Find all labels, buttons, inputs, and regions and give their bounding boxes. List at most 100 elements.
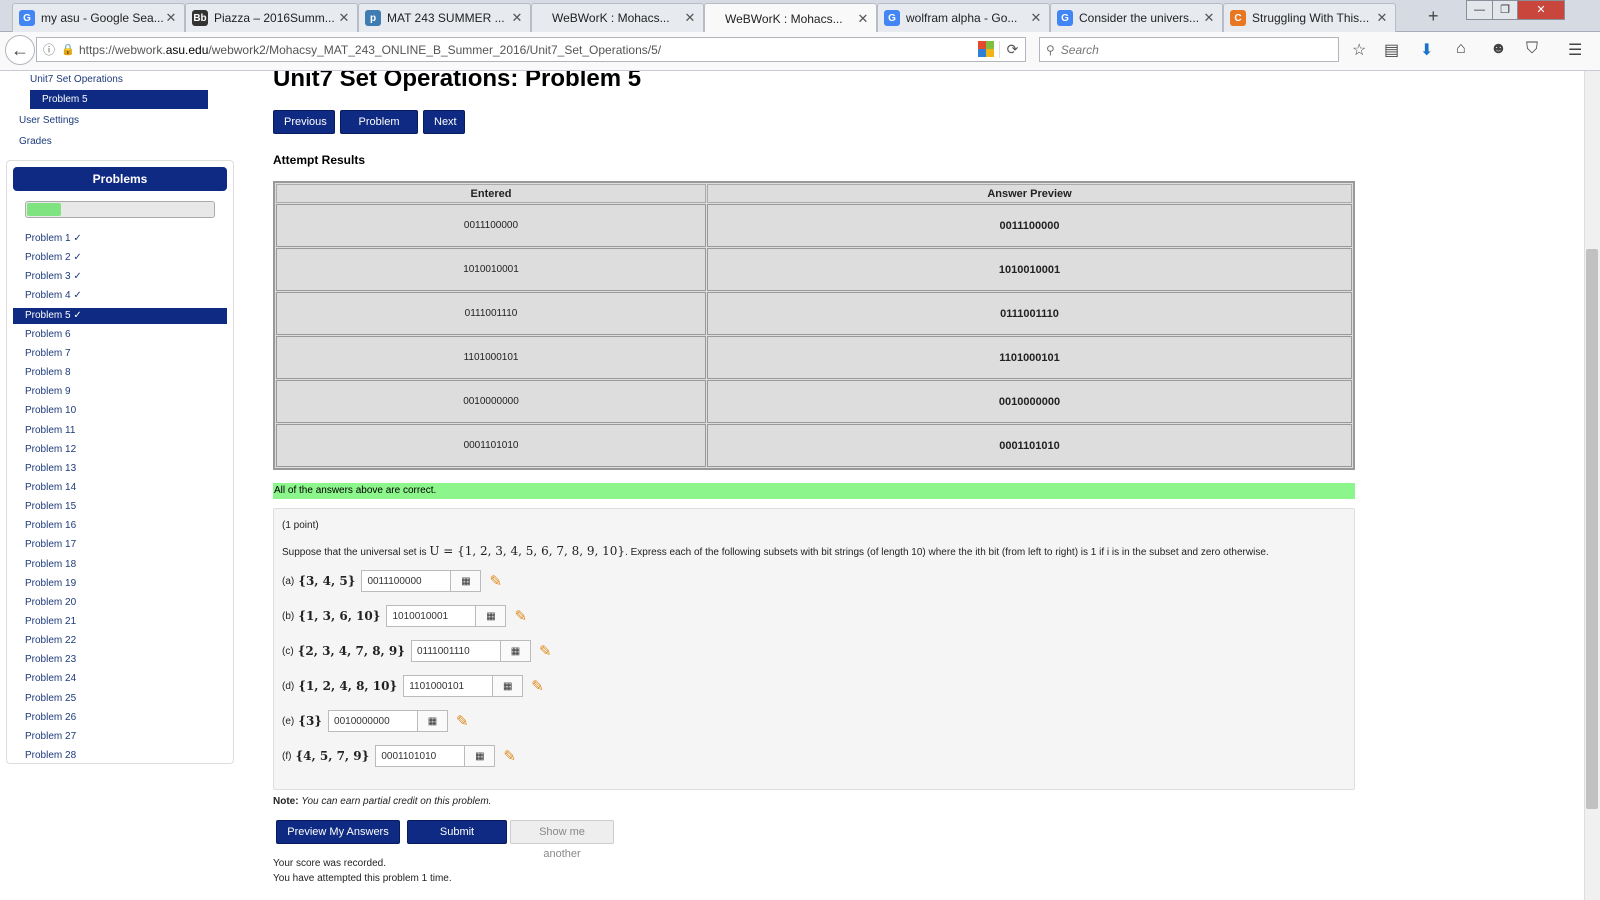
equation-editor-icon[interactable]: ▦ — [493, 675, 524, 697]
progress-bar — [25, 201, 215, 218]
equation-editor-icon[interactable]: ▦ — [418, 710, 449, 732]
pencil-icon[interactable]: ✎ — [456, 712, 469, 730]
problem-list-item[interactable]: Problem 14 — [13, 480, 227, 496]
minimize-button[interactable]: — — [1466, 0, 1493, 20]
problem-list-item[interactable]: Problem 12 — [13, 442, 227, 458]
preview-answers-button[interactable]: Preview My Answers — [276, 820, 400, 844]
problem-list-item[interactable]: Problem 26 — [13, 710, 227, 726]
problem-list-item[interactable]: Problem 13 — [13, 461, 227, 477]
close-tab-icon[interactable]: ✕ — [1029, 10, 1043, 26]
problem-list-item[interactable]: Problem 1 ✓ — [13, 231, 227, 247]
answer-input[interactable] — [375, 745, 466, 767]
problem-list-item[interactable]: Problem 5 ✓ — [13, 307, 227, 324]
search-icon: ⚲ — [1046, 42, 1055, 57]
maximize-button[interactable]: ❐ — [1492, 0, 1518, 20]
info-icon[interactable]: ⓘ — [43, 41, 61, 58]
pencil-icon[interactable]: ✎ — [514, 607, 527, 625]
reload-icon[interactable]: ⟳ — [999, 41, 1025, 58]
url-text[interactable]: https://webwork.asu.edu/webwork2/Mohacsy… — [75, 43, 973, 57]
close-tab-icon[interactable]: ✕ — [164, 10, 178, 26]
problem-list-item[interactable]: Problem 2 ✓ — [13, 250, 227, 266]
close-tab-icon[interactable]: ✕ — [337, 10, 351, 26]
browser-tab[interactable]: WeBWorK : Mohacs... ✕ — [704, 3, 877, 33]
browser-tab[interactable]: G Consider the univers... ✕ — [1050, 3, 1223, 32]
next-button[interactable]: Next — [423, 110, 465, 134]
search-bar[interactable]: ⚲ Search — [1039, 37, 1339, 62]
equation-editor-icon[interactable]: ▦ — [465, 745, 496, 767]
close-tab-icon[interactable]: ✕ — [510, 10, 524, 26]
problem-statement: Suppose that the universal set is U = {1… — [282, 544, 1269, 558]
close-tab-icon[interactable]: ✕ — [1202, 10, 1216, 26]
problem-list-item[interactable]: Problem 22 — [13, 633, 227, 649]
sidebar-grades[interactable]: Grades — [19, 136, 52, 147]
problem-list-item[interactable]: Problem 28 — [13, 748, 227, 764]
new-tab-button[interactable]: + — [1428, 6, 1439, 27]
answer-input[interactable] — [386, 605, 477, 627]
pencil-icon[interactable]: ✎ — [539, 642, 552, 660]
submit-answers-button[interactable]: Submit Answers — [407, 820, 507, 860]
browser-tab[interactable]: Gmy asu - Google Sea... ✕ — [12, 3, 185, 32]
close-tab-icon[interactable]: ✕ — [856, 11, 870, 27]
pencil-icon[interactable]: ✎ — [489, 572, 502, 590]
problem-list-item[interactable]: Problem 10 — [13, 403, 227, 419]
url-bar[interactable]: ⓘ 🔒 https://webwork.asu.edu/webwork2/Moh… — [36, 37, 1026, 62]
reading-list-icon[interactable]: ▤ — [1384, 40, 1399, 60]
page-scrollbar[interactable] — [1584, 71, 1600, 900]
browser-tab[interactable]: Bb Piazza – 2016Summ... ✕ — [185, 3, 358, 32]
note: Note: You can earn partial credit on thi… — [273, 796, 491, 807]
problem-list-item[interactable]: Problem 27 — [13, 729, 227, 745]
problem-list-item[interactable]: Problem 20 — [13, 595, 227, 611]
answer-row: (d){1, 2, 4, 8, 10} ▦ ✎ — [282, 674, 544, 698]
problem-list-item[interactable]: Problem 15 — [13, 499, 227, 515]
problem-list-item[interactable]: Problem 3 ✓ — [13, 269, 227, 285]
bookmark-star-icon[interactable]: ☆ — [1352, 40, 1366, 60]
problem-list-item[interactable]: Problem 19 — [13, 576, 227, 592]
back-button[interactable]: ← — [5, 35, 35, 65]
sidebar-user-settings[interactable]: User Settings — [19, 115, 79, 126]
extension-icon[interactable] — [973, 40, 999, 59]
answer-input[interactable] — [361, 570, 452, 592]
problem-list-item[interactable]: Problem 16 — [13, 518, 227, 534]
problem-list-item[interactable]: Problem 21 — [13, 614, 227, 630]
problem-list-button[interactable]: Problem List — [340, 110, 418, 150]
show-another-button[interactable]: Show me another — [510, 820, 614, 860]
problem-list-item[interactable]: Problem 9 — [13, 384, 227, 400]
problem-list-item[interactable]: Problem 6 — [13, 327, 227, 343]
answer-input[interactable] — [328, 710, 419, 732]
sidebar-current-problem[interactable]: Problem 5 — [30, 90, 208, 109]
pencil-icon[interactable]: ✎ — [503, 747, 516, 765]
problem-list-item[interactable]: Problem 18 — [13, 557, 227, 573]
close-window-button[interactable]: ✕ — [1517, 0, 1565, 20]
pocket-icon[interactable]: ⛉ — [1526, 40, 1538, 58]
answer-row: (b){1, 3, 6, 10} ▦ ✎ — [282, 604, 527, 628]
home-icon[interactable]: ⌂ — [1456, 40, 1466, 58]
browser-tab[interactable]: Gwolfram alpha - Go... ✕ — [877, 3, 1050, 32]
equation-editor-icon[interactable]: ▦ — [476, 605, 507, 627]
answer-preview-cell: 0010000000 — [707, 380, 1352, 423]
browser-tab[interactable]: p MAT 243 SUMMER ... ✕ — [358, 3, 531, 32]
problem-list-item[interactable]: Problem 24 — [13, 671, 227, 687]
equation-editor-icon[interactable]: ▦ — [500, 640, 531, 662]
answer-input[interactable] — [410, 640, 501, 662]
problem-list-item[interactable]: Problem 11 — [13, 423, 227, 439]
previous-button[interactable]: Previous — [273, 110, 335, 134]
download-icon[interactable]: ⬇ — [1420, 40, 1433, 60]
browser-tab[interactable]: WeBWorK : Mohacs... ✕ — [531, 3, 704, 32]
answer-input[interactable] — [403, 675, 494, 697]
problem-list-item[interactable]: Problem 4 ✓ — [13, 288, 227, 304]
browser-nav-bar: ← ⓘ 🔒 https://webwork.asu.edu/webwork2/M… — [0, 32, 1600, 71]
chat-icon[interactable]: ☻ — [1490, 40, 1507, 58]
equation-editor-icon[interactable]: ▦ — [451, 570, 482, 592]
close-tab-icon[interactable]: ✕ — [1375, 10, 1389, 26]
sidebar-set-link[interactable]: Unit7 Set Operations — [30, 74, 123, 85]
problem-list-item[interactable]: Problem 8 — [13, 365, 227, 381]
problem-list-item[interactable]: Problem 23 — [13, 652, 227, 668]
problem-list-item[interactable]: Problem 7 — [13, 346, 227, 362]
scrollbar-thumb[interactable] — [1586, 249, 1598, 809]
close-tab-icon[interactable]: ✕ — [683, 10, 697, 26]
problem-list-item[interactable]: Problem 25 — [13, 691, 227, 707]
problem-list-item[interactable]: Problem 17 — [13, 537, 227, 553]
menu-icon[interactable]: ☰ — [1568, 40, 1582, 60]
browser-tab[interactable]: C Struggling With This... ✕ — [1223, 3, 1396, 32]
pencil-icon[interactable]: ✎ — [531, 677, 544, 695]
